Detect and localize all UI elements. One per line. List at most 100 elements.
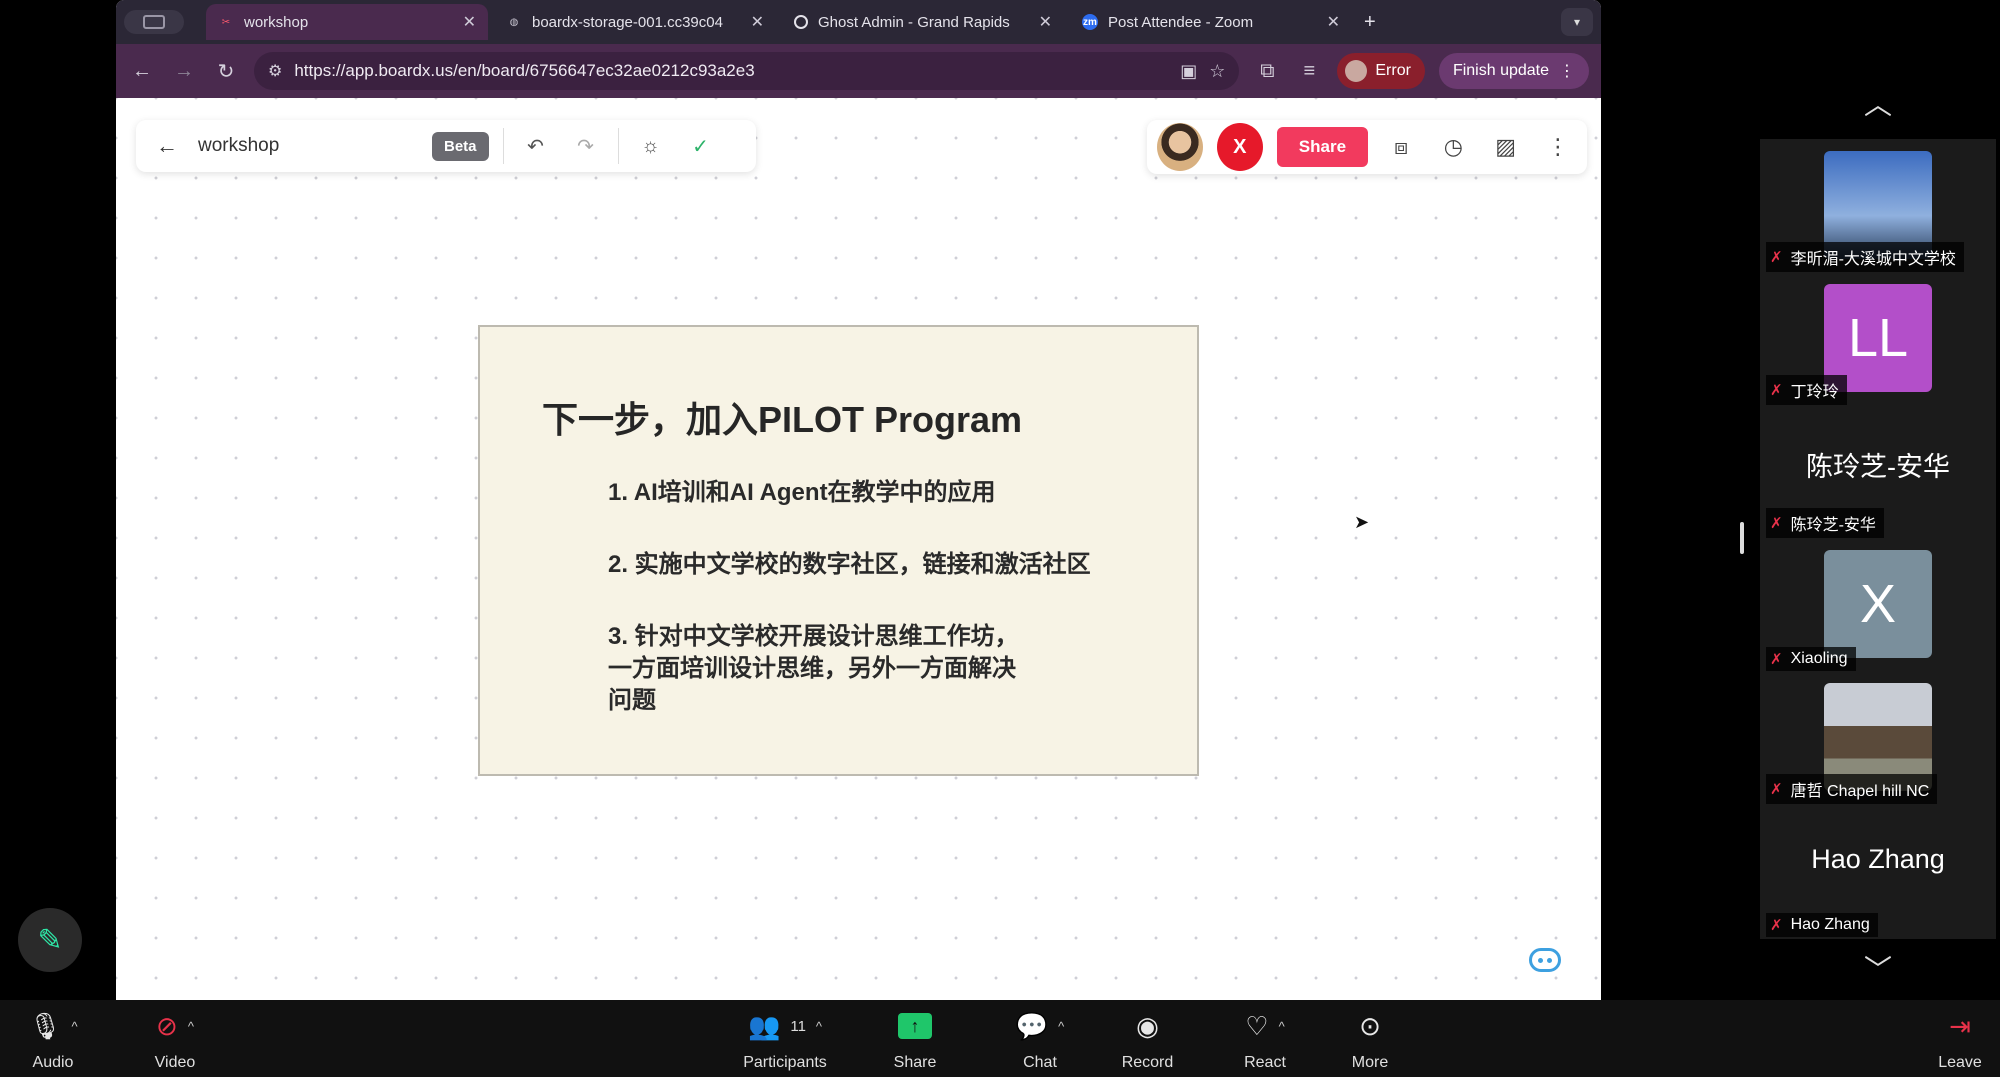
video-button[interactable]: ⊘ ^ Video [140,1006,210,1072]
clipboard-icon[interactable]: ▣ [1180,61,1197,82]
slide-item: 3. 针对中文学校开展设计思维工作坊， 一方面培训设计思维，另外一方面解决 问题 [608,623,1019,714]
participants-count: 11 [790,1017,806,1035]
history-clock-icon[interactable]: ◷ [1434,134,1472,160]
participant-name: 陈玲芝-安华 [1790,517,1876,534]
finish-update-button[interactable]: Finish update ⋮ [1438,53,1589,89]
address-bar[interactable]: ⚙ https://app.boardx.us/en/board/6756647… [254,52,1240,90]
beta-badge: Beta [432,131,489,161]
present-screen-icon[interactable]: ⧈ [1382,134,1420,160]
tab-workshop[interactable]: ✂ workshop ✕ [206,4,488,40]
chevron-down-icon[interactable]: ﹀ [1855,956,1901,984]
share-screen-button[interactable]: ↑ Share [885,1006,945,1072]
boardx-favicon-icon: ✂ [221,16,231,28]
leave-button[interactable]: ⇥ Leave [1935,1006,1985,1072]
more-button[interactable]: ⊙ More [1345,1006,1395,1072]
divider [502,128,504,164]
kebab-menu-icon[interactable]: ⋮ [1539,134,1577,160]
chat-button[interactable]: 💬 ^ Chat [1005,1006,1075,1072]
audio-label: Audio [32,1054,74,1071]
ai-assistant-icon[interactable] [1529,948,1561,972]
participant-tile[interactable]: LL ✗ 丁玲玲 [1760,272,1996,405]
participant-tile[interactable]: 陈玲芝-安华 ✗ 陈玲芝-安华 [1760,405,1996,538]
slide-title: 下一步，加入PILOT Program [542,399,1023,440]
image-gallery-icon[interactable]: ▨ [1487,134,1525,160]
chevron-up-icon[interactable]: ^ [816,1019,822,1034]
close-icon[interactable]: ✕ [1327,12,1340,32]
zoom-control-bar: 🎙 ^ Audio ⊘ ^ Video 👥 11 ^ Participants ↑ Sh… [0,1000,2000,1077]
record-label: Record [1121,1054,1174,1071]
tab-post-attendee-zoom[interactable]: zm Post Attendee - Zoom ✕ [1070,4,1352,40]
browser-tab-bar: ✂ workshop ✕ ◍ boardx-storage-001.cc39c0… [116,0,1601,44]
tab-search-icon[interactable] [124,10,184,34]
browser-window: ✂ workshop ✕ ◍ boardx-storage-001.cc39c0… [116,0,1601,1000]
tab-title: workshop [244,13,309,31]
leave-label: Leave [1938,1054,1982,1071]
slide-item: 1. AI培训和AI Agent在教学中的应用 [608,479,996,506]
reload-icon[interactable]: ↻ [212,59,240,84]
participant-tile[interactable]: Hao Zhang ✗ Hao Zhang [1760,804,1996,937]
board-right-toolbar: X Share ⧈ ◷ ▨ ⋮ [1147,120,1587,174]
profile-avatar [1345,60,1368,82]
participant-name-tag: ✗ Xiaoling [1766,647,1856,671]
chevron-up-icon[interactable]: ^ [188,1019,194,1034]
tab-title: Post Attendee - Zoom [1108,13,1254,31]
new-tab-plus-icon[interactable]: + [1364,11,1376,34]
chat-label: Chat [1023,1054,1057,1071]
forward-arrow-icon[interactable]: → [170,60,198,83]
bookmark-star-icon[interactable]: ☆ [1209,61,1225,82]
boardx-canvas[interactable]: ← workshop Beta ↶ ↷ ☼ ✓ X Share ⧈ ◷ ▨ ⋮ [116,98,1601,1000]
back-arrow-icon[interactable]: ← [150,133,184,159]
saved-check-icon: ✓ [692,135,709,158]
close-icon[interactable]: ✕ [463,12,476,32]
video-label: Video [154,1054,196,1071]
share-label: Share [893,1054,937,1071]
participant-tile[interactable]: ✗ 李昕湄-大溪城中文学校 [1760,139,1996,272]
back-arrow-icon[interactable]: ← [128,60,156,83]
participant-name: 唐哲 Chapel hill NC [1790,783,1930,800]
participant-name-tag: ✗ 丁玲玲 [1766,375,1847,405]
annotate-pencil-icon[interactable]: ✎ [18,908,82,972]
react-button[interactable]: ♡ ^ React [1230,1006,1300,1072]
participant-tile[interactable]: ✗ 唐哲 Chapel hill NC [1760,671,1996,804]
undo-icon[interactable]: ↶ [518,134,554,159]
audio-button[interactable]: 🎙 ^ Audio [18,1006,88,1072]
participant-name-tag: ✗ 唐哲 Chapel hill NC [1766,774,1938,804]
more-dots-icon: ⊙ [1359,1010,1381,1041]
chevron-up-icon[interactable]: ︿ [1855,91,1901,119]
chevron-up-icon[interactable]: ^ [71,1019,77,1034]
close-icon[interactable]: ✕ [1039,12,1052,32]
leave-icon: ⇥ [1949,1010,1971,1041]
chevron-up-icon[interactable]: ^ [1279,1019,1285,1034]
record-button[interactable]: ◉ Record [1115,1006,1180,1072]
zoom-shared-screen: ✂ workshop ✕ ◍ boardx-storage-001.cc39c0… [0,0,2000,1000]
participant-tile[interactable]: X ✗ Xiaoling [1760,538,1996,671]
chevron-up-icon[interactable]: ^ [1058,1019,1064,1034]
share-button[interactable]: Share [1276,127,1369,167]
participant-initials: X [1824,550,1932,658]
finish-update-label: Finish update [1452,62,1549,79]
board-name[interactable]: workshop [198,135,418,157]
tab-boardx-storage[interactable]: ◍ boardx-storage-001.cc39c04 ✕ [494,4,776,40]
mic-muted-icon: ✗ [1770,249,1783,266]
close-icon[interactable]: ✕ [751,12,764,32]
gallery-scrollbar[interactable] [1740,522,1744,554]
tab-ghost-admin[interactable]: Ghost Admin - Grand Rapids ✕ [782,4,1064,40]
profile-error-button[interactable]: Error [1337,53,1425,89]
tab-list-chevron-icon[interactable]: ▾ [1561,8,1593,36]
participant-name: Hao Zhang [1790,916,1870,933]
extensions-puzzle-icon[interactable]: ⧉ [1253,60,1281,83]
user-avatar[interactable] [1157,123,1203,171]
user-avatar-initial[interactable]: X [1216,123,1263,171]
theme-sun-icon[interactable]: ☼ [633,135,669,158]
mic-muted-icon: ✗ [1770,651,1783,668]
participants-label: Participants [743,1054,827,1071]
url-text[interactable]: https://app.boardx.us/en/board/6756647ec… [294,61,1168,81]
record-icon: ◉ [1136,1010,1159,1041]
slide-card[interactable]: 下一步，加入PILOT Program 1. AI培训和AI Agent在教学中… [478,325,1199,776]
participants-button[interactable]: 👥 11 ^ Participants [735,1006,835,1072]
media-controls-icon[interactable]: ≡ [1295,60,1323,83]
site-settings-icon[interactable]: ⚙ [268,61,282,81]
redo-icon[interactable]: ↷ [568,134,604,159]
browser-toolbar: ← → ↻ ⚙ https://app.boardx.us/en/board/6… [116,44,1601,98]
mic-muted-icon: 🎙 [28,1010,62,1041]
